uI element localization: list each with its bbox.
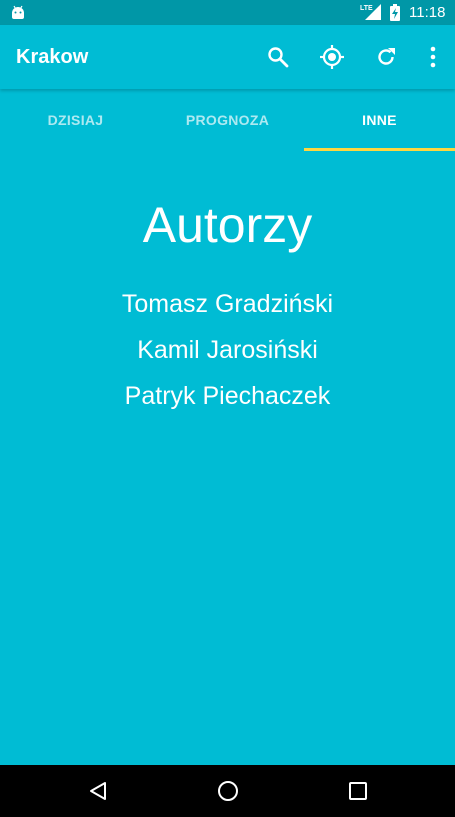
author-name: Tomasz Gradziński: [121, 290, 334, 318]
lte-signal-icon: LTE: [360, 3, 382, 21]
refresh-icon[interactable]: [373, 44, 399, 70]
location-icon[interactable]: [319, 44, 345, 70]
battery-charging-icon: [390, 4, 400, 21]
back-icon[interactable]: [85, 778, 111, 804]
status-bar: LTE 11:18: [0, 0, 455, 25]
home-icon[interactable]: [215, 778, 241, 804]
network-label: LTE: [360, 5, 373, 12]
status-clock: 11:18: [409, 4, 446, 21]
app-bar: Krakow: [0, 25, 455, 89]
tab-dzisiaj[interactable]: DZISIAJ: [0, 89, 151, 151]
tab-prognoza[interactable]: PROGNOZA: [152, 89, 303, 151]
tab-bar: DZISIAJ PROGNOZA INNE: [0, 89, 455, 151]
search-icon[interactable]: [265, 44, 291, 70]
system-nav-bar: [0, 765, 455, 817]
authors-panel: Autorzy Tomasz Gradziński Kamil Jarosińs…: [0, 151, 455, 765]
android-icon: [10, 4, 26, 20]
more-vert-icon[interactable]: [420, 44, 446, 70]
tab-inne[interactable]: INNE: [304, 89, 455, 151]
author-name: Patryk Piechaczek: [124, 382, 331, 410]
authors-heading: Autorzy: [142, 197, 313, 253]
app-title: Krakow: [16, 46, 89, 68]
recents-icon[interactable]: [345, 778, 371, 804]
author-name: Kamil Jarosiński: [137, 336, 318, 364]
